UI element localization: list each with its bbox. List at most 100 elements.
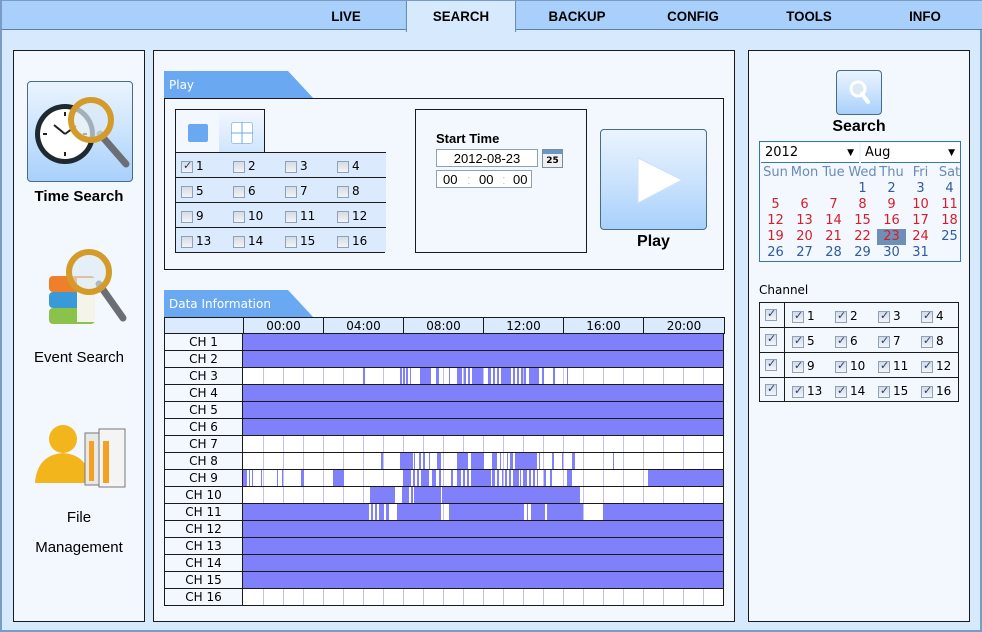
recording-segment[interactable]	[437, 453, 441, 469]
recording-segment[interactable]	[439, 470, 441, 486]
checkbox-unchecked-icon[interactable]	[337, 210, 349, 223]
checkbox-unchecked-icon[interactable]	[181, 235, 193, 248]
recording-segment[interactable]	[423, 453, 425, 469]
recording-segment[interactable]	[550, 470, 552, 486]
checkbox-checked-icon[interactable]	[921, 359, 933, 373]
calendar-day[interactable]: 5	[761, 197, 790, 213]
recording-segment[interactable]	[403, 470, 411, 486]
recording-segment[interactable]	[493, 368, 495, 384]
recording-segment[interactable]	[467, 470, 469, 486]
recording-segment[interactable]	[411, 487, 413, 503]
calendar-day[interactable]: 30	[877, 245, 906, 261]
checkbox-unchecked-icon[interactable]	[233, 210, 245, 223]
calendar-day[interactable]: 21	[819, 229, 848, 245]
calendar-day[interactable]: 25	[935, 229, 964, 245]
time-seconds[interactable]: 00	[513, 171, 527, 188]
recording-segment[interactable]	[457, 470, 461, 486]
play-channel-checkbox[interactable]: 16	[337, 234, 367, 248]
recording-segment[interactable]	[527, 504, 528, 520]
sidebar-item-file-management[interactable]: File Management	[14, 411, 144, 571]
search-channel-checkbox[interactable]: 6	[835, 334, 858, 348]
calendar-day[interactable]: 16	[877, 213, 906, 229]
recording-segment[interactable]	[379, 504, 384, 520]
recording-segment[interactable]	[363, 368, 365, 384]
recording-segment[interactable]	[249, 470, 250, 486]
recording-segment[interactable]	[429, 453, 430, 469]
recording-segment[interactable]	[371, 504, 373, 520]
recording-segment[interactable]	[301, 470, 304, 486]
recording-segment[interactable]	[432, 470, 436, 486]
search-channel-checkbox[interactable]: 1	[792, 309, 815, 323]
recording-segment[interactable]	[282, 470, 283, 486]
calendar-day[interactable]: 11	[935, 197, 964, 213]
recording-segment[interactable]	[544, 470, 546, 486]
search-channel-checkbox[interactable]: 13	[792, 384, 822, 398]
timeline-bar[interactable]	[243, 436, 724, 453]
checkbox-unchecked-icon[interactable]	[181, 210, 193, 223]
recording-segment[interactable]	[502, 470, 503, 486]
row-select-checkbox[interactable]	[765, 307, 777, 321]
search-channel-checkbox[interactable]: 4	[921, 309, 944, 323]
recording-segment[interactable]	[533, 470, 535, 486]
search-channel-checkbox[interactable]: 8	[921, 334, 944, 348]
recording-segment[interactable]	[613, 453, 614, 469]
checkbox-checked-icon[interactable]	[181, 159, 193, 173]
recording-segment[interactable]	[457, 453, 468, 469]
calendar-day[interactable]: 13	[790, 213, 819, 229]
recording-segment[interactable]	[243, 521, 723, 537]
calendar-day[interactable]: 2	[877, 181, 906, 197]
checkbox-checked-icon[interactable]	[792, 359, 804, 373]
recording-segment[interactable]	[420, 368, 431, 384]
calendar-day[interactable]: 24	[906, 229, 935, 245]
recording-segment[interactable]	[517, 368, 519, 384]
recording-segment[interactable]	[505, 470, 507, 486]
calendar-day[interactable]: 18	[935, 213, 964, 229]
checkbox-checked-icon[interactable]	[878, 334, 890, 348]
recording-segment[interactable]	[497, 368, 499, 384]
row-select-checkbox[interactable]	[765, 332, 777, 346]
timeline-bar[interactable]	[243, 402, 724, 419]
recording-segment[interactable]	[261, 470, 262, 486]
calendar-day[interactable]: 27	[790, 245, 819, 261]
month-select[interactable]: Aug ▼	[861, 143, 960, 163]
calendar-day[interactable]: 17	[906, 213, 935, 229]
search-channel-checkbox[interactable]: 5	[792, 334, 815, 348]
calendar-day[interactable]: 6	[790, 197, 819, 213]
recording-segment[interactable]	[492, 470, 495, 486]
timeline-bar[interactable]	[243, 453, 724, 470]
calendar-day[interactable]: 3	[906, 181, 935, 197]
timeline-bar[interactable]	[243, 504, 724, 521]
recording-segment[interactable]	[513, 368, 515, 384]
recording-segment[interactable]	[243, 334, 723, 350]
play-channel-checkbox[interactable]: 10	[233, 209, 263, 223]
search-channel-checkbox[interactable]: 11	[878, 359, 908, 373]
search-channel-checkbox[interactable]: 3	[878, 309, 901, 323]
checkbox-unchecked-icon[interactable]	[337, 185, 349, 198]
search-channel-checkbox[interactable]: 2	[835, 309, 858, 323]
checkbox-checked-icon[interactable]	[835, 384, 847, 398]
recording-segment[interactable]	[464, 368, 466, 384]
calendar-picker-button[interactable]: 25	[542, 149, 563, 168]
search-channel-checkbox[interactable]: 7	[878, 334, 901, 348]
timeline-bar[interactable]	[243, 487, 724, 504]
checkbox-checked-icon[interactable]	[792, 334, 804, 348]
recording-segment[interactable]	[603, 504, 723, 520]
search-channel-checkbox[interactable]: 16	[921, 384, 951, 398]
tab-search[interactable]: SEARCH	[405, 1, 517, 32]
recording-segment[interactable]	[529, 368, 539, 384]
calendar-day[interactable]: 9	[877, 197, 906, 213]
recording-segment[interactable]	[381, 453, 383, 469]
recording-segment[interactable]	[243, 402, 723, 418]
calendar-day[interactable]: 4	[935, 181, 964, 197]
calendar-day[interactable]: 28	[819, 245, 848, 261]
recording-segment[interactable]	[567, 470, 572, 486]
play-channel-checkbox[interactable]: 14	[233, 234, 263, 248]
recording-segment[interactable]	[552, 453, 554, 469]
recording-segment[interactable]	[529, 470, 531, 486]
recording-segment[interactable]	[501, 368, 511, 384]
recording-segment[interactable]	[243, 419, 723, 435]
search-button[interactable]	[836, 70, 882, 115]
time-minutes[interactable]: 00	[479, 171, 493, 188]
recording-segment[interactable]	[553, 368, 555, 384]
timeline-bar[interactable]	[243, 419, 724, 436]
